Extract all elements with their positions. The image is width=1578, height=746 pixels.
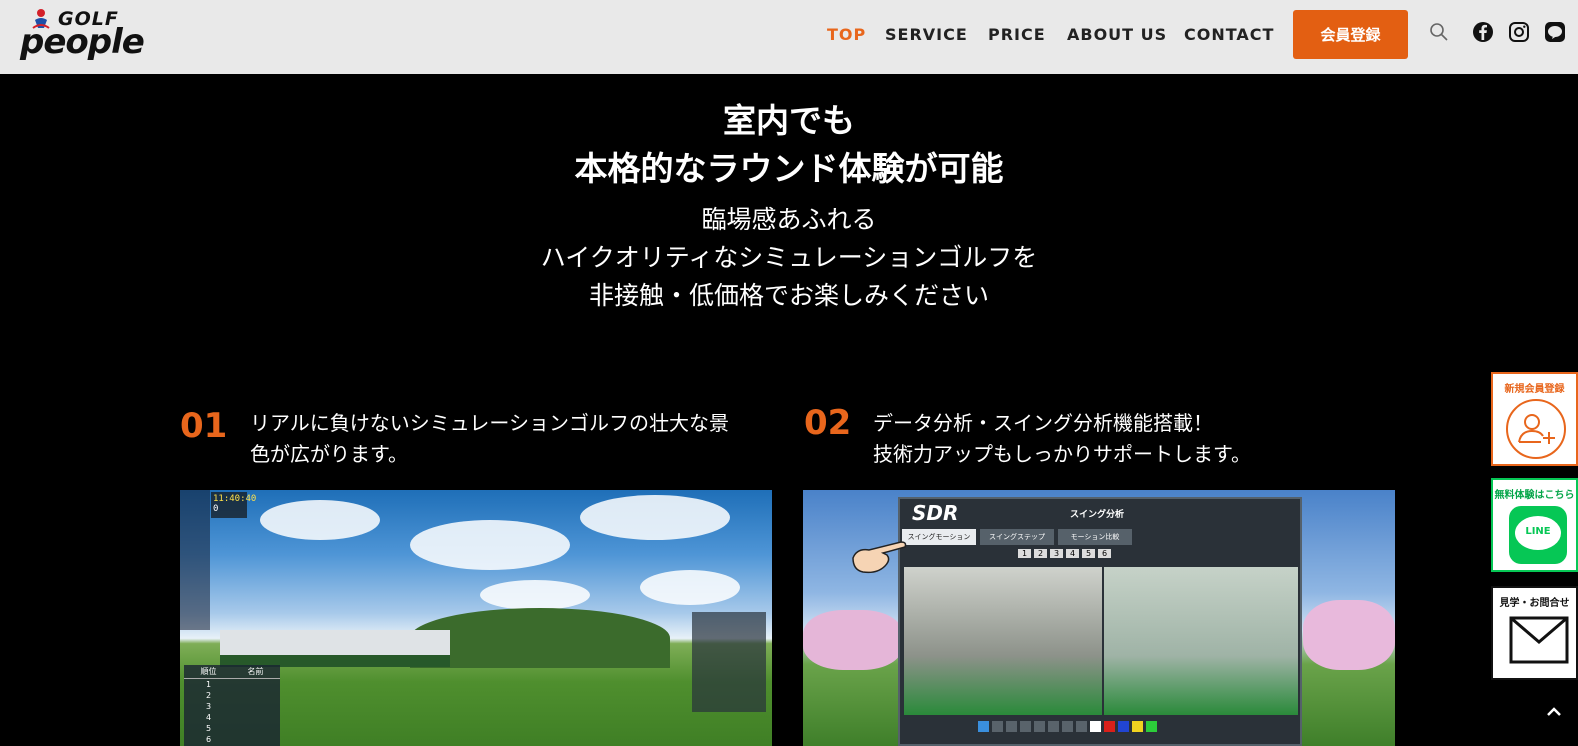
line-logo-icon: LINE [1509, 506, 1567, 564]
swing-analysis-screenshot: SDR スイング分析 スイングモーション スイングステップ モーション比較 1 … [803, 490, 1395, 746]
sdr-logo: SDR [912, 501, 959, 525]
leaderboard-col-name: 名前 [247, 667, 264, 676]
color-yellow[interactable] [1132, 721, 1143, 732]
feature-number-01: 01 [180, 406, 228, 446]
nav-service[interactable]: SERVICE [885, 25, 968, 44]
pen-tool[interactable] [978, 721, 989, 732]
blossom-tree [1303, 600, 1395, 670]
color-blue[interactable] [1118, 721, 1129, 732]
leaderboard-col-rank: 順位 [200, 667, 217, 676]
simulator-toolbar [180, 490, 210, 630]
feature-02-line-2: 技術力アップもしっかりサポートします。 [873, 442, 1251, 466]
color-white[interactable] [1090, 721, 1101, 732]
timer-count: 0 [213, 504, 219, 514]
step-5[interactable]: 5 [1082, 549, 1095, 558]
tool-button[interactable] [1076, 721, 1087, 732]
simulator-course-screenshot: 11:40:40 0 順位 名前 1 2 3 4 5 6 [180, 490, 772, 746]
mail-icon [1509, 616, 1569, 664]
side-contact-label: 見学・お問合せ [1499, 598, 1570, 609]
color-green[interactable] [1146, 721, 1157, 732]
line-icon[interactable] [1543, 20, 1567, 44]
step-6[interactable]: 6 [1098, 549, 1111, 558]
simulator-timer: 11:40:40 0 [211, 492, 257, 518]
tab-swing-motion[interactable]: スイングモーション [902, 529, 976, 545]
tool-button[interactable] [1048, 721, 1059, 732]
feature-02-line-1: データ分析・スイング分析機能搭載！ [873, 411, 1213, 435]
feature-text-02: データ分析・スイング分析機能搭載！ 技術力アップもしっかりサポートします。 [873, 408, 1251, 470]
side-contact-widget[interactable]: 見学・お問合せ [1491, 586, 1578, 680]
hero-sub-line-2: ハイクオリティなシミュレーションゴルフを [540, 243, 1038, 272]
side-register-widget[interactable]: 新規会員登録 [1491, 372, 1578, 466]
pointing-hand-icon [852, 541, 907, 574]
member-register-button[interactable]: 会員登録 [1293, 10, 1408, 59]
feature-01-line-2: 色が広がります。 [250, 442, 408, 466]
side-line-label: 無料体験はこちら [1494, 490, 1575, 501]
cloud [480, 580, 590, 610]
nav-contact[interactable]: CONTACT [1184, 25, 1274, 44]
scroll-to-top-icon[interactable] [1542, 700, 1566, 724]
hero-title-line-1: 室内でも [723, 101, 855, 140]
leaderboard-table: 順位 名前 1 2 3 4 5 6 [184, 665, 280, 746]
drawing-tools [978, 721, 1157, 732]
swing-video-right [1104, 567, 1298, 715]
hero-title-line-2: 本格的なラウンド体験が可能 [574, 149, 1004, 188]
tool-button[interactable] [1034, 721, 1045, 732]
step-1[interactable]: 1 [1018, 549, 1031, 558]
facebook-icon[interactable] [1471, 20, 1495, 44]
step-3[interactable]: 3 [1050, 549, 1063, 558]
step-selector: 1 2 3 4 5 6 [1018, 549, 1111, 558]
table-row: 5 [206, 724, 212, 733]
line-logo-text: LINE [1525, 526, 1551, 537]
step-2[interactable]: 2 [1034, 549, 1047, 558]
search-icon[interactable] [1427, 20, 1451, 44]
nav-top[interactable]: TOP [827, 25, 866, 44]
add-user-icon [1506, 399, 1566, 459]
step-4[interactable]: 4 [1066, 549, 1079, 558]
tool-button[interactable] [1062, 721, 1073, 732]
site-header: GOLF people TOP SERVICE PRICE ABOUT US C… [0, 0, 1578, 74]
swing-video-left [904, 567, 1102, 715]
cloud [260, 500, 380, 540]
table-row: 6 [206, 735, 212, 744]
instagram-icon[interactable] [1507, 20, 1531, 44]
tool-button[interactable] [1020, 721, 1031, 732]
timer-time: 11:40:40 [213, 494, 257, 504]
blossom-tree [803, 610, 903, 670]
tab-motion-compare[interactable]: モーション比較 [1058, 529, 1132, 545]
table-row: 2 [206, 691, 212, 700]
swing-analysis-panel: SDR スイング分析 スイングモーション スイングステップ モーション比較 1 … [898, 497, 1302, 746]
hero-sub-line-1: 臨場感あふれる [701, 205, 877, 234]
tab-swing-step[interactable]: スイングステップ [980, 529, 1054, 545]
tool-button[interactable] [992, 721, 1003, 732]
golf-people-logo[interactable]: GOLF people [20, 6, 145, 66]
hero-sub-line-3: 非接触・低価格でお楽しみください [588, 281, 989, 310]
swing-panel-title: スイング分析 [1070, 510, 1125, 520]
feature-number-02: 02 [804, 403, 852, 443]
logo-text-people: people [20, 22, 145, 62]
cloud [580, 495, 730, 540]
side-register-label: 新規会員登録 [1504, 384, 1565, 395]
cloud [410, 520, 570, 570]
nav-about-us[interactable]: ABOUT US [1067, 25, 1167, 44]
feature-01-line-1: リアルに負けないシミュレーションゴルフの壮大な景 [250, 411, 729, 435]
color-red[interactable] [1104, 721, 1115, 732]
feature-text-01: リアルに負けないシミュレーションゴルフの壮大な景 色が広がります。 [250, 408, 729, 470]
table-row: 4 [206, 713, 212, 722]
table-row: 3 [206, 702, 212, 711]
leaderboard-header: 順位 名前 [184, 665, 280, 679]
cloud [640, 570, 740, 605]
simulator-menu-panel [692, 612, 766, 712]
nav-price[interactable]: PRICE [988, 25, 1046, 44]
table-row: 1 [206, 680, 212, 689]
leaderboard-rows: 1 2 3 4 5 6 [184, 679, 280, 745]
tool-button[interactable] [1006, 721, 1017, 732]
side-line-widget[interactable]: 無料体験はこちら LINE [1491, 478, 1578, 572]
